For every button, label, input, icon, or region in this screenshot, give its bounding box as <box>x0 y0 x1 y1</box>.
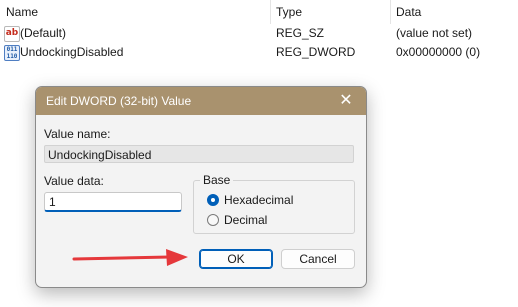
cancel-button[interactable]: Cancel <box>281 249 355 269</box>
value-data-input[interactable] <box>44 192 182 212</box>
registry-row-default[interactable]: ab (Default) REG_SZ (value not set) <box>0 24 518 43</box>
radio-button-selected[interactable] <box>207 194 219 206</box>
registry-row-undockingdisabled[interactable]: 011 110 UndockingDisabled REG_DWORD 0x00… <box>0 43 518 62</box>
radio-label-decimal: Decimal <box>224 213 268 227</box>
column-header-data[interactable]: Data <box>396 0 421 24</box>
value-type: REG_DWORD <box>276 45 356 59</box>
radio-button-unselected[interactable] <box>207 214 219 226</box>
value-data: (value not set) <box>396 26 473 40</box>
value-name-label: Value name: <box>44 127 111 141</box>
close-icon: ✕ <box>339 92 353 109</box>
string-value-icon: ab <box>4 26 20 42</box>
value-name: (Default) <box>20 26 67 40</box>
ok-button[interactable]: OK <box>199 249 273 269</box>
radio-label-hexadecimal: Hexadecimal <box>224 193 294 207</box>
value-name: UndockingDisabled <box>20 45 124 59</box>
column-header-type[interactable]: Type <box>276 0 302 24</box>
binary-value-icon: 011 110 <box>4 45 20 61</box>
value-data: 0x00000000 (0) <box>396 45 481 59</box>
column-divider[interactable] <box>390 0 391 24</box>
column-header-name[interactable]: Name <box>6 0 38 24</box>
annotation-arrow-icon <box>72 249 188 266</box>
value-name-field: UndockingDisabled <box>44 145 354 163</box>
value-data-label: Value data: <box>44 174 104 188</box>
base-group-title: Base <box>200 173 234 187</box>
dialog-title-bar[interactable]: Edit DWORD (32-bit) Value ✕ <box>36 87 366 115</box>
dialog-title: Edit DWORD (32-bit) Value <box>46 94 192 108</box>
value-type: REG_SZ <box>276 26 325 40</box>
close-button[interactable]: ✕ <box>326 87 366 115</box>
column-divider[interactable] <box>270 0 271 24</box>
